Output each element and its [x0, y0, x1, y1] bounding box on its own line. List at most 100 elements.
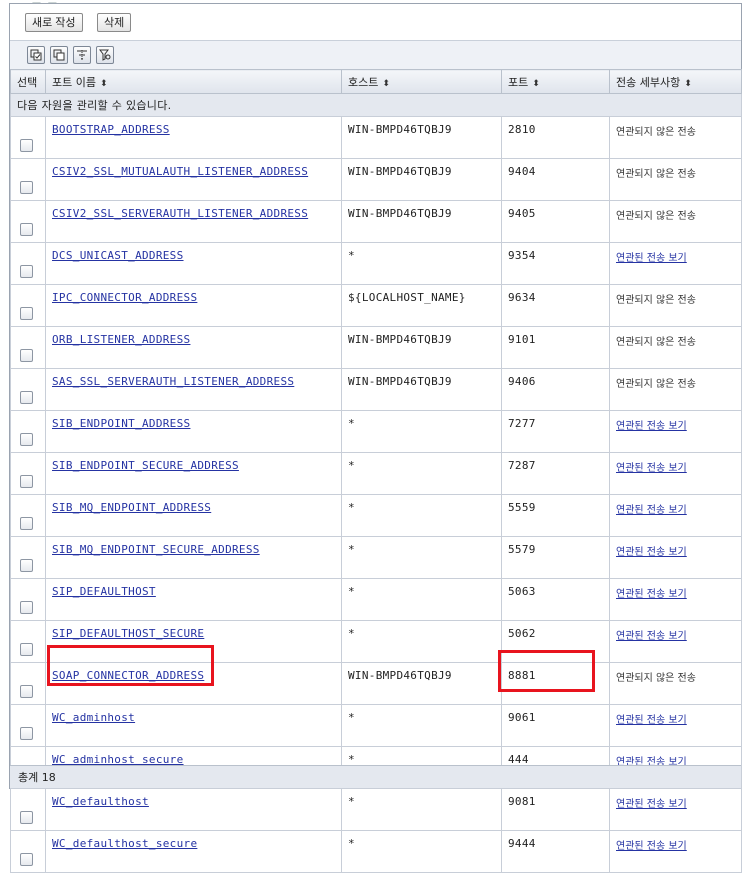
transport-cell: 연관되지 않은 전송: [609, 326, 742, 369]
deselect-all-icon[interactable]: [50, 46, 68, 64]
transport-cell: 연관된 전송 보기: [609, 830, 742, 873]
port-cell: 9081: [501, 788, 610, 831]
port-name-cell: SIP_DEFAULTHOST: [45, 578, 342, 621]
view-transport-link[interactable]: 연관된 전송 보기: [616, 253, 687, 264]
row-checkbox[interactable]: [20, 139, 33, 152]
select-cell: [10, 830, 46, 873]
row-checkbox[interactable]: [20, 391, 33, 404]
port-cell: 9061: [501, 704, 610, 747]
port-name-link[interactable]: WC_defaulthost_secure: [52, 837, 197, 850]
port-name-link[interactable]: WC_adminhost: [52, 711, 135, 724]
row-checkbox[interactable]: [20, 223, 33, 236]
transport-cell: 연관된 전송 보기: [609, 620, 742, 663]
port-name-link[interactable]: DCS_UNICAST_ADDRESS: [52, 249, 184, 262]
table-row: CSIV2_SSL_MUTUALAUTH_LISTENER_ADDRESS WIN…: [10, 158, 742, 201]
show-filter-icon[interactable]: [96, 46, 114, 64]
transport-cell: 연관된 전송 보기: [609, 788, 742, 831]
filter-icon[interactable]: [73, 46, 91, 64]
host-cell: WIN-BMPD46TQBJ9: [341, 662, 502, 705]
transport-status: 연관되지 않은 전송: [616, 211, 696, 222]
port-name-link[interactable]: IPC_CONNECTOR_ADDRESS: [52, 291, 197, 304]
select-cell: [10, 368, 46, 411]
table-row: SAS_SSL_SERVERAUTH_LISTENER_ADDRESS WIN-B…: [10, 368, 742, 411]
host-cell: WIN-BMPD46TQBJ9: [341, 116, 502, 159]
info-message-row: 다음 자원을 관리할 수 있습니다.: [10, 93, 742, 117]
view-transport-link[interactable]: 연관된 전송 보기: [616, 589, 687, 600]
port-cell: 9101: [501, 326, 610, 369]
highlight-box-port-name: [47, 645, 214, 686]
port-name-cell: WC_defaulthost_secure: [45, 830, 342, 873]
row-checkbox[interactable]: [20, 349, 33, 362]
row-checkbox[interactable]: [20, 265, 33, 278]
row-checkbox[interactable]: [20, 559, 33, 572]
row-checkbox[interactable]: [20, 685, 33, 698]
row-checkbox[interactable]: [20, 517, 33, 530]
port-name-cell: DCS_UNICAST_ADDRESS: [45, 242, 342, 285]
port-cell: 9444: [501, 830, 610, 873]
port-name-cell: SIB_ENDPOINT_ADDRESS: [45, 410, 342, 453]
port-name-link[interactable]: SIB_ENDPOINT_ADDRESS: [52, 417, 190, 430]
transport-cell: 연관되지 않은 전송: [609, 368, 742, 411]
port-name-link[interactable]: SIB_MQ_ENDPOINT_SECURE_ADDRESS: [52, 543, 260, 556]
host-cell: *: [341, 410, 502, 453]
new-button[interactable]: 새로 작성: [25, 13, 83, 32]
port-name-link[interactable]: SIP_DEFAULTHOST_SECURE: [52, 627, 204, 640]
table-row: WC_adminhost * 9061 연관된 전송 보기: [10, 704, 742, 747]
row-checkbox[interactable]: [20, 853, 33, 866]
row-checkbox[interactable]: [20, 433, 33, 446]
view-transport-link[interactable]: 연관된 전송 보기: [616, 463, 687, 474]
row-checkbox[interactable]: [20, 475, 33, 488]
column-header-label: 선택: [17, 75, 38, 89]
column-header-transport[interactable]: 전송 세부사항 ⬍: [609, 69, 742, 94]
select-cell: [10, 452, 46, 495]
port-cell: 2810: [501, 116, 610, 159]
select-cell: [10, 620, 46, 663]
row-checkbox[interactable]: [20, 601, 33, 614]
transport-status: 연관되지 않은 전송: [616, 673, 696, 684]
delete-button[interactable]: 삭제: [97, 13, 132, 32]
row-checkbox[interactable]: [20, 643, 33, 656]
transport-cell: 연관되지 않은 전송: [609, 116, 742, 159]
view-transport-link[interactable]: 연관된 전송 보기: [616, 631, 687, 642]
port-name-link[interactable]: CSIV2_SSL_MUTUALAUTH_LISTENER_ADDRESS: [52, 165, 308, 178]
row-checkbox[interactable]: [20, 181, 33, 194]
view-transport-link[interactable]: 연관된 전송 보기: [616, 547, 687, 558]
sort-icon[interactable]: ⬍: [684, 79, 692, 89]
row-checkbox[interactable]: [20, 307, 33, 320]
view-transport-link[interactable]: 연관된 전송 보기: [616, 799, 687, 810]
port-cell: 9405: [501, 200, 610, 243]
view-transport-link[interactable]: 연관된 전송 보기: [616, 841, 687, 852]
port-name-link[interactable]: ORB_LISTENER_ADDRESS: [52, 333, 190, 346]
port-cell: 5559: [501, 494, 610, 537]
port-name-cell: CSIV2_SSL_MUTUALAUTH_LISTENER_ADDRESS: [45, 158, 342, 201]
sort-icon[interactable]: ⬍: [100, 79, 108, 89]
port-name-link[interactable]: BOOTSTRAP_ADDRESS: [52, 123, 170, 136]
view-transport-link[interactable]: 연관된 전송 보기: [616, 715, 687, 726]
view-transport-link[interactable]: 연관된 전송 보기: [616, 505, 687, 516]
transport-cell: 연관되지 않은 전송: [609, 284, 742, 327]
sort-icon[interactable]: ⬍: [532, 79, 540, 89]
host-cell: *: [341, 494, 502, 537]
transport-status: 연관되지 않은 전송: [616, 337, 696, 348]
transport-status: 연관되지 않은 전송: [616, 295, 696, 306]
port-cell: 5063: [501, 578, 610, 621]
transport-cell: 연관된 전송 보기: [609, 536, 742, 579]
port-name-link[interactable]: WC_defaulthost: [52, 795, 149, 808]
action-button-bar: 새로 작성 삭제: [10, 9, 741, 39]
transport-cell: 연관되지 않은 전송: [609, 200, 742, 243]
port-name-link[interactable]: CSIV2_SSL_SERVERAUTH_LISTENER_ADDRESS: [52, 207, 308, 220]
row-checkbox[interactable]: [20, 727, 33, 740]
port-name-link[interactable]: SIB_ENDPOINT_SECURE_ADDRESS: [52, 459, 239, 472]
column-header-port-name[interactable]: 포트 이름 ⬍: [45, 69, 342, 94]
port-name-link[interactable]: SIP_DEFAULTHOST: [52, 585, 156, 598]
row-checkbox[interactable]: [20, 811, 33, 824]
select-all-icon[interactable]: [27, 46, 45, 64]
view-transport-link[interactable]: 연관된 전송 보기: [616, 421, 687, 432]
column-header-host[interactable]: 호스트 ⬍: [341, 69, 502, 94]
port-name-link[interactable]: SAS_SSL_SERVERAUTH_LISTENER_ADDRESS: [52, 375, 294, 388]
host-cell: ${LOCALHOST_NAME}: [341, 284, 502, 327]
column-header-port[interactable]: 포트 ⬍: [501, 69, 610, 94]
port-name-link[interactable]: SIB_MQ_ENDPOINT_ADDRESS: [52, 501, 211, 514]
sort-icon[interactable]: ⬍: [382, 79, 390, 89]
host-cell: *: [341, 830, 502, 873]
